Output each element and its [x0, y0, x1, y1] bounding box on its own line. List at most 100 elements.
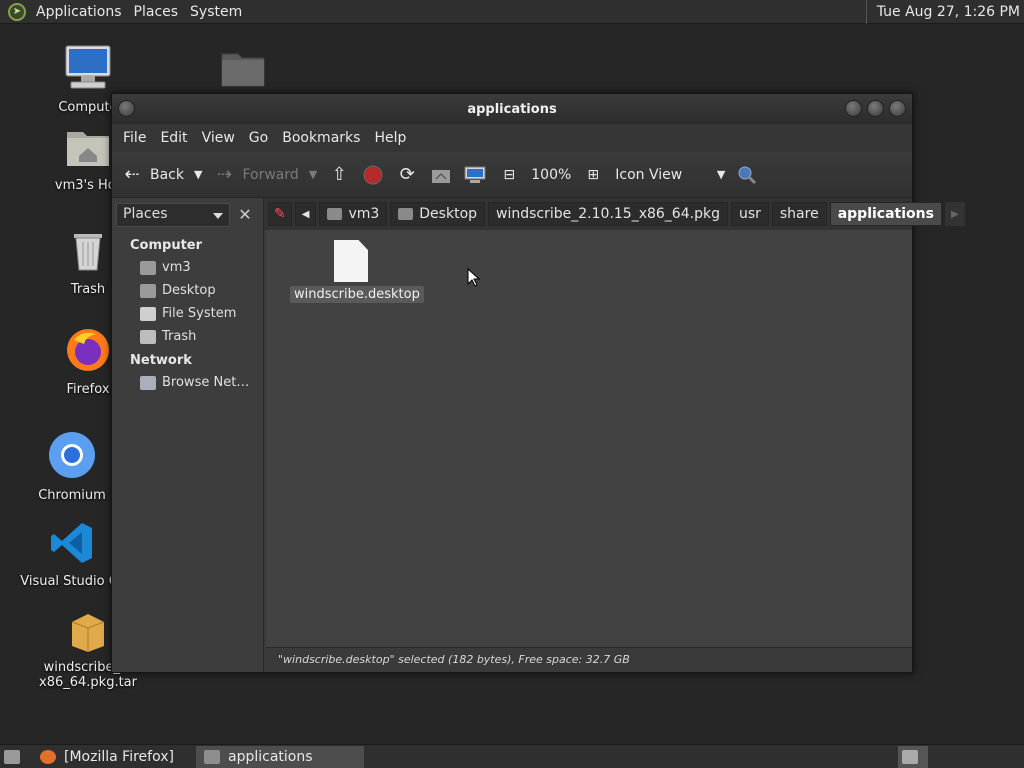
zoom-out-button[interactable]: ⊟: [497, 163, 521, 187]
view-mode-select[interactable]: Icon View ▼: [615, 167, 725, 183]
chevron-down-icon: ▼: [194, 168, 203, 181]
computer-icon: [463, 163, 487, 187]
toolbar: ⇠ Back ▼ ⇢ Forward ▼ ⇧ ⟳ ⊟ 100% ⊞ Icon V…: [112, 152, 912, 198]
system-menu[interactable]: System: [184, 0, 248, 24]
menu-edit[interactable]: Edit: [153, 130, 194, 146]
side-heading-network: Network: [130, 353, 192, 368]
places-menu[interactable]: Places: [128, 0, 185, 24]
chevron-right-icon: ▶: [950, 208, 959, 220]
menu-view[interactable]: View: [195, 130, 242, 146]
sidebar-item-file-system[interactable]: File System: [140, 306, 236, 321]
breadcrumb-desktop[interactable]: Desktop: [390, 202, 486, 226]
side-heading-computer: Computer: [130, 238, 203, 253]
sidebar-item-label: Browse Net…: [162, 375, 250, 390]
chevron-down-icon: [213, 213, 223, 219]
breadcrumb-share[interactable]: share: [771, 202, 827, 226]
applications-menu[interactable]: Applications: [30, 0, 128, 24]
up-arrow-icon: ⇧: [331, 164, 347, 185]
file-name: windscribe.desktop: [290, 286, 424, 303]
stop-icon: [361, 163, 385, 187]
pencil-icon: ✎: [274, 206, 286, 222]
chevron-down-icon: ▼: [716, 168, 726, 181]
breadcrumb-label: usr: [738, 206, 761, 222]
forward-history-dropdown[interactable]: ▼: [309, 168, 317, 181]
back-label: Back: [150, 166, 184, 183]
search-button[interactable]: [735, 163, 759, 187]
breadcrumb-scroll-right[interactable]: ▶: [944, 202, 965, 226]
breadcrumb-windscribe-pkg[interactable]: windscribe_2.10.15_x86_64.pkg: [488, 202, 728, 226]
forward-label: Forward: [242, 166, 299, 183]
close-button[interactable]: [889, 100, 906, 117]
task-label: [Mozilla Firefox]: [64, 748, 174, 765]
sidebar-item-label: Desktop: [162, 283, 216, 298]
minimize-button[interactable]: [845, 100, 862, 117]
sidebar-item-trash[interactable]: Trash: [140, 329, 196, 344]
sidebar-item-label: vm3: [162, 260, 191, 275]
document-icon: [334, 240, 368, 282]
window-titlebar[interactable]: applications: [112, 94, 912, 124]
up-button[interactable]: ⇧: [327, 163, 351, 187]
menu-bookmarks[interactable]: Bookmarks: [275, 130, 367, 146]
workspace-switcher[interactable]: [898, 745, 928, 768]
stop-button[interactable]: [361, 163, 385, 187]
folder-icon: [204, 749, 220, 764]
task-applications[interactable]: applications: [196, 745, 364, 768]
home-button[interactable]: [429, 163, 453, 187]
breadcrumb-scroll-left[interactable]: ◀: [294, 202, 317, 226]
drive-icon: [140, 306, 156, 321]
menu-go[interactable]: Go: [242, 130, 275, 146]
breadcrumb-label: vm3: [348, 206, 380, 222]
menu-help[interactable]: Help: [367, 130, 413, 146]
reload-button[interactable]: ⟳: [395, 163, 419, 187]
forward-button[interactable]: ⇢ Forward: [212, 163, 299, 187]
reload-icon: ⟳: [399, 164, 415, 185]
breadcrumb-applications[interactable]: applications: [829, 202, 942, 226]
folder-icon: [188, 48, 298, 92]
side-pane-selector-value: Places: [123, 206, 168, 222]
trash-icon: [140, 329, 156, 344]
task-label: applications: [228, 748, 313, 765]
maximize-button[interactable]: [867, 100, 884, 117]
sidebar-item-browse-network[interactable]: Browse Net…: [140, 375, 249, 390]
home-folder-icon: [327, 208, 343, 220]
back-history-dropdown[interactable]: ▼: [194, 168, 202, 181]
sidebar-item-label: File System: [162, 306, 237, 321]
clock[interactable]: Tue Aug 27, 1:26 PM: [865, 0, 1024, 24]
zoom-in-icon: ⊞: [587, 166, 600, 183]
mouse-cursor-icon: [467, 268, 481, 287]
breadcrumb-label: applications: [837, 206, 934, 222]
back-arrow-icon: ⇠: [124, 164, 140, 185]
window-menu-button[interactable]: [118, 100, 135, 117]
zoom-in-button[interactable]: ⊞: [581, 163, 605, 187]
sidebar-item-desktop[interactable]: Desktop: [140, 283, 216, 298]
breadcrumb-vm3[interactable]: vm3: [319, 202, 388, 226]
home-icon: [429, 163, 453, 187]
bottom-panel: [Mozilla Firefox] applications: [0, 744, 1024, 768]
edit-location-button[interactable]: ✎: [268, 202, 292, 226]
breadcrumb-usr[interactable]: usr: [730, 202, 769, 226]
desktop-folder-icon: [140, 283, 156, 298]
menu-file[interactable]: File: [116, 130, 153, 146]
mint-logo-icon[interactable]: ➤: [8, 2, 26, 21]
show-desktop-button[interactable]: [0, 746, 24, 768]
back-button[interactable]: ⇠ Back: [120, 163, 184, 187]
desktop-icon-folder[interactable]: [188, 48, 298, 96]
side-pane-selector[interactable]: Places: [116, 203, 230, 227]
zoom-level: 100%: [531, 166, 572, 183]
view-mode-value: Icon View: [615, 166, 683, 183]
sidebar-item-vm3[interactable]: vm3: [140, 260, 191, 275]
chevron-down-icon: ▼: [308, 168, 318, 181]
firefox-icon: [40, 749, 56, 764]
show-desktop-icon: [4, 749, 20, 764]
file-item[interactable]: windscribe.desktop: [290, 240, 424, 303]
chevron-left-icon: ◀: [301, 208, 310, 220]
task-firefox[interactable]: [Mozilla Firefox]: [32, 746, 192, 768]
breadcrumb-label: Desktop: [419, 206, 478, 222]
sidebar-item-label: Trash: [162, 329, 197, 344]
file-view[interactable]: windscribe.desktop: [266, 230, 912, 647]
menubar: File Edit View Go Bookmarks Help: [112, 124, 912, 152]
home-folder-icon: [140, 260, 156, 275]
close-side-pane-icon[interactable]: ✕: [234, 204, 256, 226]
file-manager-window: applications File Edit View Go Bookmarks…: [111, 93, 965, 673]
computer-button[interactable]: [463, 163, 487, 187]
